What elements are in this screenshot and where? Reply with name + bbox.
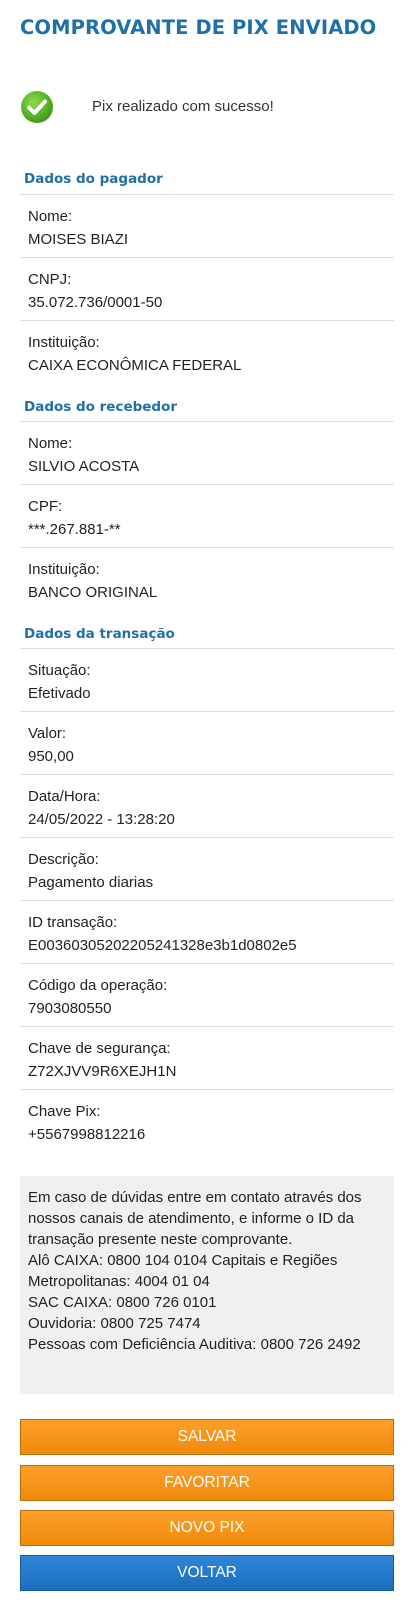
field-label: Código da operação:	[28, 977, 168, 994]
field-label: Instituição:	[28, 334, 100, 351]
payer-institution-field: Instituição: CAIXA ECONÔMICA FEDERAL	[20, 320, 394, 391]
support-info-box: Em caso de dúvidas entre em contato atra…	[20, 1176, 394, 1394]
field-value: 24/05/2022 - 13:28:20	[28, 811, 175, 828]
field-value: 950,00	[28, 748, 74, 765]
success-banner: Pix realizado com sucesso!	[20, 90, 400, 124]
new-pix-button[interactable]: NOVO PIX	[20, 1510, 394, 1546]
favorite-button[interactable]: FAVORITAR	[20, 1465, 394, 1501]
field-value: Z72XJVV9R6XEJH1N	[28, 1063, 177, 1080]
field-value: Pagamento diarias	[28, 874, 154, 891]
field-value: BANCO ORIGINAL	[28, 584, 158, 601]
field-label: CPF:	[28, 498, 63, 515]
transaction-amount-field: Valor: 950,00	[20, 711, 394, 775]
check-circle-icon	[21, 91, 53, 123]
field-value: ***.267.881-**	[28, 521, 121, 538]
field-label: ID transação:	[28, 914, 118, 931]
save-button[interactable]: SALVAR	[20, 1419, 394, 1455]
field-label: Chave Pix:	[28, 1103, 101, 1120]
security-key-field: Chave de segurança: Z72XJVV9R6XEJH1N	[20, 1026, 394, 1090]
receiver-name-field: Nome: SILVIO ACOSTA	[20, 421, 394, 485]
alo-caixa-text: Alô CAIXA: 0800 104 0104 Capitais e Regi…	[28, 1252, 338, 1290]
field-label: Valor:	[28, 725, 67, 742]
transaction-id-field: ID transação: E00360305202205241328e3b1d…	[20, 900, 394, 964]
receiver-section-heading: Dados do recebedor	[24, 399, 178, 415]
field-label: Data/Hora:	[28, 788, 101, 805]
field-label: CNPJ:	[28, 271, 72, 288]
payer-section-heading: Dados do pagador	[24, 171, 163, 187]
page-title: COMPROVANTE DE PIX ENVIADO	[20, 16, 377, 39]
field-value: E00360305202205241328e3b1d0802e5	[28, 937, 297, 954]
hearing-impaired-text: Pessoas com Deficiência Auditiva: 0800 7…	[28, 1336, 361, 1353]
field-value: CAIXA ECONÔMICA FEDERAL	[28, 357, 242, 374]
field-label: Instituição:	[28, 561, 100, 578]
transaction-status-field: Situação: Efetivado	[20, 648, 394, 712]
receiver-institution-field: Instituição: BANCO ORIGINAL	[20, 547, 394, 618]
field-label: Nome:	[28, 435, 73, 452]
transaction-section-heading: Dados da transação	[24, 626, 175, 642]
transaction-description-field: Descrição: Pagamento diarias	[20, 837, 394, 901]
pix-receipt-page: COMPROVANTE DE PIX ENVIADO Pix realizado…	[0, 0, 414, 1600]
payer-name-field: Nome: MOISES BIAZI	[20, 194, 394, 258]
support-intro-text: Em caso de dúvidas entre em contato atra…	[28, 1189, 362, 1248]
payer-cnpj-field: CNPJ: 35.072.736/0001-50	[20, 257, 394, 321]
transaction-datetime-field: Data/Hora: 24/05/2022 - 13:28:20	[20, 774, 394, 838]
field-value: SILVIO ACOSTA	[28, 458, 140, 475]
field-value: 35.072.736/0001-50	[28, 294, 163, 311]
field-label: Nome:	[28, 208, 73, 225]
field-label: Situação:	[28, 662, 91, 679]
field-label: Chave de segurança:	[28, 1040, 171, 1057]
field-value: Efetivado	[28, 685, 91, 702]
field-value: MOISES BIAZI	[28, 231, 129, 248]
field-value: 7903080550	[28, 1000, 112, 1017]
back-button[interactable]: VOLTAR	[20, 1555, 394, 1591]
ouvidoria-text: Ouvidoria: 0800 725 7474	[28, 1315, 201, 1332]
sac-caixa-text: SAC CAIXA: 0800 726 0101	[28, 1294, 217, 1311]
field-value: +5567998812216	[28, 1126, 146, 1143]
pix-key-field: Chave Pix: +5567998812216	[20, 1089, 394, 1153]
field-label: Descrição:	[28, 851, 99, 868]
operation-code-field: Código da operação: 7903080550	[20, 963, 394, 1027]
receiver-cpf-field: CPF: ***.267.881-**	[20, 484, 394, 548]
success-message: Pix realizado com sucesso!	[92, 98, 274, 115]
